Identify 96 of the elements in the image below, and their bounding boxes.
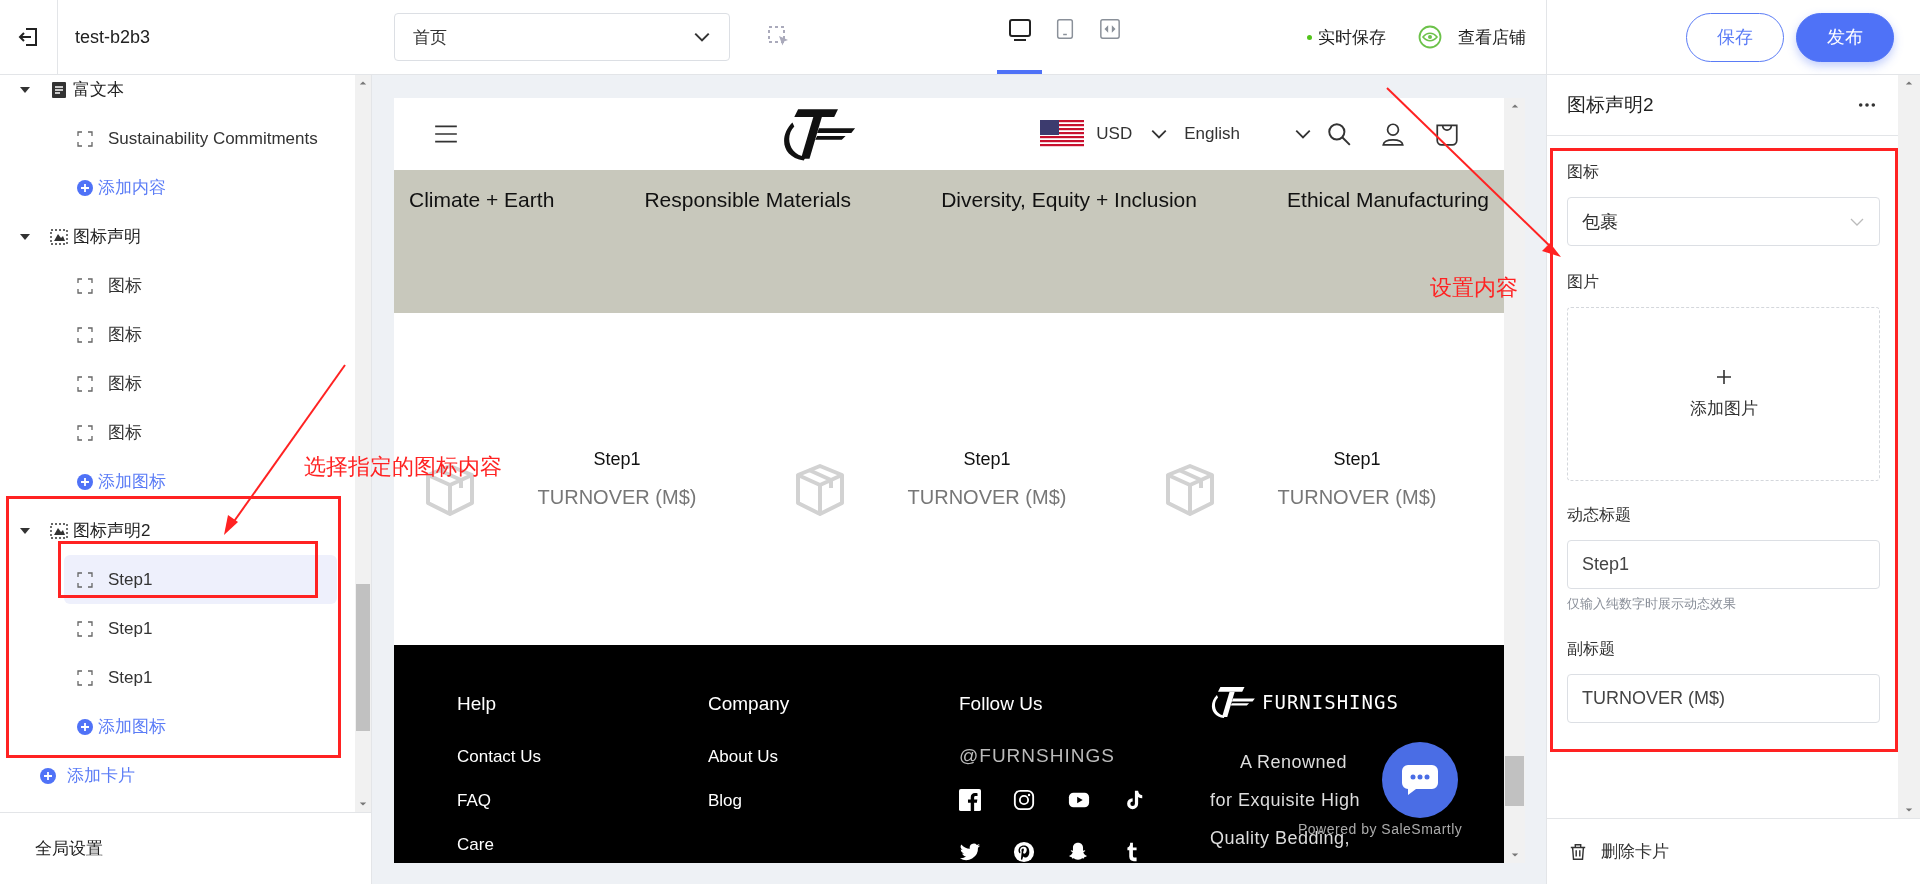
panel-title: 图标声明2 [1567, 93, 1654, 117]
nav-link[interactable]: Climate + Earth [409, 188, 555, 212]
brand-name: FURNISHINGS [1262, 691, 1399, 713]
icon-select[interactable]: 包裹 [1567, 197, 1880, 246]
feature-title: Step1 [1333, 449, 1381, 470]
text-field[interactable]: TURNOVER (M$) [1567, 674, 1880, 723]
pinterest-icon[interactable] [1013, 841, 1035, 863]
feature-title: Step1 [593, 449, 641, 470]
footer-link[interactable]: FAQ [457, 791, 708, 811]
scrollbar[interactable] [1898, 75, 1920, 818]
autosave-label: 实时保存 [1318, 26, 1386, 49]
scrollbar-thumb[interactable] [356, 584, 370, 731]
language-selector[interactable]: English [1184, 124, 1240, 144]
caret-icon[interactable] [20, 231, 30, 242]
monitor-icon [1007, 18, 1032, 42]
field-label: 图片 [1567, 272, 1600, 292]
block-icon [77, 130, 93, 147]
view-store-link[interactable]: 查看店铺 [1458, 25, 1526, 49]
instagram-icon[interactable] [1013, 789, 1035, 811]
footer-heading: Company [708, 693, 791, 715]
add-card-link[interactable]: 添加卡片 [0, 751, 355, 800]
tree-section[interactable]: 图标声明2 [0, 506, 355, 555]
plus-circle-icon [77, 179, 93, 196]
block-icon [77, 424, 93, 441]
fullwidth-icon [1098, 18, 1121, 40]
page-select[interactable]: 首页 [394, 13, 730, 61]
caret-icon[interactable] [20, 84, 30, 95]
block-icon [77, 277, 93, 294]
facebook-icon[interactable] [959, 789, 981, 811]
save-button[interactable]: 保存 [1686, 12, 1784, 62]
annotation-text: 设置内容 [1430, 274, 1518, 302]
image-upload-area[interactable]: 添加图片 [1567, 307, 1880, 481]
tree-item[interactable]: 图标 [64, 310, 337, 359]
search-icon[interactable] [1326, 121, 1352, 147]
nav-link[interactable]: Responsible Materials [644, 188, 852, 212]
footer-link[interactable]: Care [457, 835, 708, 855]
feature-subtitle: TURNOVER (M$) [537, 486, 697, 509]
currency-selector[interactable]: USD [1096, 124, 1133, 144]
footer-link[interactable]: About Us [708, 747, 959, 767]
snapchat-icon[interactable] [1067, 841, 1089, 863]
upload-label: 添加图片 [1689, 397, 1758, 420]
feature-subtitle: TURNOVER (M$) [1277, 486, 1437, 509]
plus-circle-icon [77, 718, 93, 735]
tree-item[interactable]: Step1 [64, 555, 337, 604]
field-hint: 仅输入纯数字时展示动态效果 [1567, 595, 1737, 613]
text-field[interactable]: Step1 [1567, 540, 1880, 589]
bag-icon[interactable] [1434, 121, 1460, 147]
scrollbar-thumb[interactable] [1505, 756, 1524, 806]
field-label: 图标 [1567, 162, 1600, 182]
feature-subtitle: TURNOVER (M$) [907, 486, 1067, 509]
footer-link[interactable]: Contact Us [457, 747, 708, 767]
image-block-icon [50, 521, 68, 540]
plus-circle-icon [40, 767, 56, 784]
brand-text-line: for Exquisite High [1210, 790, 1361, 810]
block-icon [77, 326, 93, 343]
delete-card-button[interactable]: 删除卡片 [1547, 818, 1920, 884]
plus-circle-icon [77, 473, 93, 490]
trash-icon [1569, 842, 1587, 861]
tree-item[interactable]: Step1 [64, 653, 337, 702]
tree-item[interactable]: Sustainability Commitments [64, 114, 337, 163]
block-icon [77, 571, 93, 588]
publish-button[interactable]: 发布 [1796, 12, 1894, 62]
tree-item[interactable]: 图标 [64, 261, 337, 310]
more-icon[interactable] [1858, 102, 1876, 108]
tree-section[interactable]: 图标声明 [0, 212, 355, 261]
add-item-link[interactable]: 添加图标 [64, 457, 166, 506]
feature-title: Step1 [963, 449, 1011, 470]
field-label: 动态标题 [1567, 505, 1632, 525]
footer-link[interactable]: Blog [708, 791, 959, 811]
logo-icon [1210, 685, 1256, 719]
chat-icon [1400, 763, 1440, 797]
plus-icon [1715, 368, 1732, 385]
field-label: 副标题 [1567, 639, 1616, 659]
flag-icon [1040, 120, 1085, 148]
nav-link[interactable]: Diversity, Equity + Inclusion [941, 188, 1197, 212]
nav-link[interactable]: Ethical Manufacturing [1287, 188, 1489, 212]
social-handle: @FURNSHINGS [959, 745, 1116, 767]
footer-heading: Help [457, 693, 498, 715]
block-icon [77, 375, 93, 392]
tree-item[interactable]: 图标 [64, 359, 337, 408]
logo-icon[interactable] [781, 107, 857, 161]
tree-item[interactable]: Step1 [64, 604, 337, 653]
image-block-icon [50, 227, 68, 246]
user-icon[interactable] [1380, 121, 1406, 147]
brand-text-line: A Renowned [1240, 752, 1348, 772]
block-icon [77, 669, 93, 686]
site-name: test-b2b3 [75, 26, 151, 48]
caret-icon[interactable] [20, 525, 30, 536]
add-item-link[interactable]: 添加内容 [64, 163, 166, 212]
global-settings-link[interactable]: 全局设置 [0, 812, 371, 884]
block-icon [77, 620, 93, 637]
footer-heading: Follow Us [959, 693, 1044, 715]
twitter-icon[interactable] [959, 841, 981, 863]
document-icon [50, 80, 68, 99]
tree-section[interactable]: 富文本 [0, 75, 355, 114]
add-item-link[interactable]: 添加图标 [64, 702, 166, 751]
